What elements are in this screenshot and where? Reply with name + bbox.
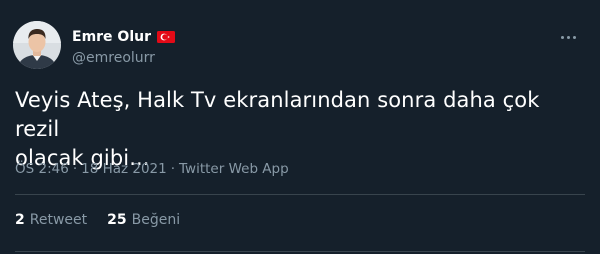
more-horizontal-icon — [572, 35, 576, 39]
tweet-time[interactable]: ÖS 2:46 — [15, 161, 69, 177]
more-options-button[interactable] — [553, 27, 583, 47]
author-name-row: Emre Olur — [72, 28, 175, 46]
more-horizontal-icon — [560, 35, 564, 39]
retweets-count: 2 — [15, 212, 25, 228]
tweet-date[interactable]: 18 Haz 2021 — [81, 161, 167, 177]
more-horizontal-icon — [566, 35, 570, 39]
meta-separator: · — [72, 161, 78, 177]
likes-stat[interactable]: 25 Beğeni — [107, 212, 180, 228]
tweet-stats: 2 Retweet 25 Beğeni — [15, 212, 180, 228]
retweets-stat[interactable]: 2 Retweet — [15, 212, 87, 228]
likes-label: Beğeni — [131, 212, 181, 228]
display-name[interactable]: Emre Olur — [72, 29, 151, 45]
meta-separator: · — [170, 161, 176, 177]
avatar[interactable] — [13, 21, 61, 69]
divider — [15, 194, 585, 195]
tweet-text: Veyis Ateş, Halk Tv ekranlarından sonra … — [15, 88, 540, 170]
author-handle[interactable]: @emreolurr — [72, 50, 155, 66]
avatar-image — [13, 21, 61, 69]
tweet-meta: ÖS 2:46 · 18 Haz 2021 · Twitter Web App — [15, 161, 289, 177]
tweet-source[interactable]: Twitter Web App — [179, 161, 289, 177]
likes-count: 25 — [107, 212, 127, 228]
tweet-card: Emre Olur @emreolurr Veyis Ateş, Halk Tv… — [0, 0, 600, 254]
turkey-flag-icon — [157, 31, 175, 43]
retweets-label: Retweet — [29, 212, 88, 228]
divider — [15, 251, 585, 252]
